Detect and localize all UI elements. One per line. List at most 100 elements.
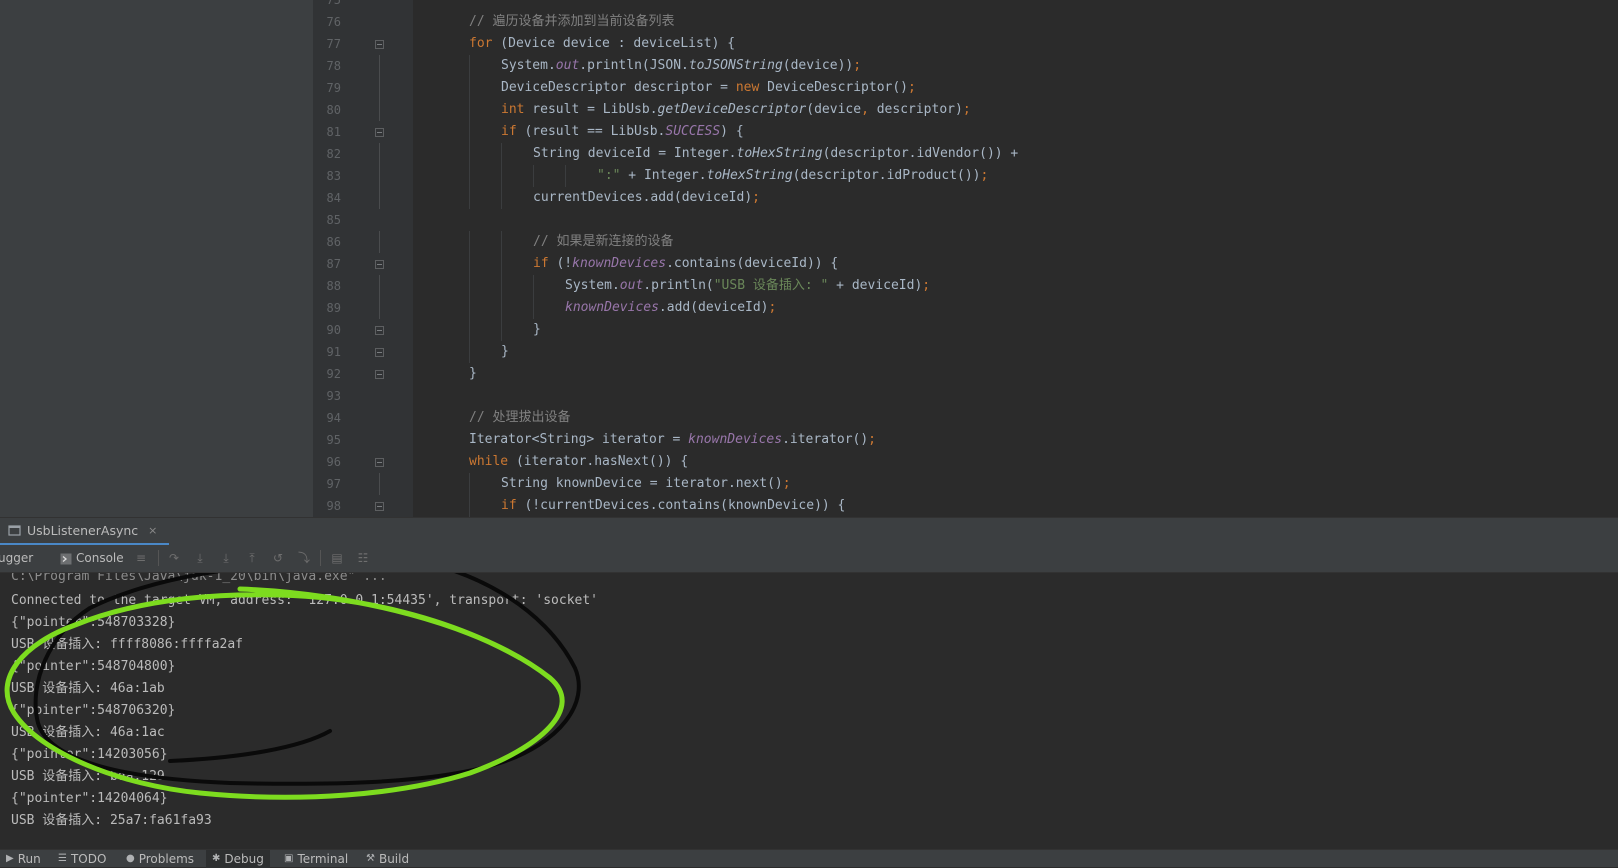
todo-tab[interactable]: ☰ TODO <box>52 850 112 868</box>
problems-tab[interactable]: ● Problems <box>120 850 200 868</box>
run-tab-bottom[interactable]: ▶ Run <box>0 850 47 868</box>
code-token: "USB 设备插入: " <box>713 278 829 293</box>
code-token: ":" <box>597 168 621 183</box>
code-token: } <box>501 344 509 359</box>
tab-debugger[interactable]: ugger <box>0 545 33 572</box>
list-icon[interactable]: ≡ <box>134 551 148 565</box>
console-output[interactable]: C:\Program Files\Java\jdk-1_20\bin\java.… <box>0 573 1618 849</box>
line-number: 97 <box>326 477 341 491</box>
trace-icon[interactable]: ☷ <box>356 551 370 565</box>
console-line: C:\Program Files\Java\jdk-1_20\bin\java.… <box>11 573 387 584</box>
indent-guide <box>501 253 502 275</box>
fold-range-line <box>379 55 380 77</box>
run-to-cursor-icon[interactable]: ⤵ <box>297 551 311 565</box>
line-number: 81 <box>326 125 341 139</box>
step-over-icon[interactable]: ↷ <box>167 551 181 565</box>
indent-guide <box>469 253 470 275</box>
console-line: {"pointer":548703328} <box>11 615 176 630</box>
indent-guide <box>501 165 502 187</box>
step-into-icon[interactable]: ⤓ <box>193 551 207 565</box>
indent-guide <box>533 297 534 319</box>
code-token: result = LibUsb. <box>524 102 658 117</box>
code-line: System.out.println("USB 设备插入: " + device… <box>565 275 930 297</box>
bottom-tab-label: Terminal <box>297 852 349 866</box>
line-number: 76 <box>326 15 341 29</box>
bottom-tab-label: Build <box>378 852 410 866</box>
fold-range-line <box>379 77 380 99</box>
step-out-icon[interactable]: ⤒ <box>245 551 259 565</box>
terminal-tab[interactable]: ▣ Terminal <box>278 850 354 868</box>
code-token: // 如果是新连接的设备 <box>533 234 674 249</box>
code-token: getDeviceDescriptor <box>657 102 807 117</box>
fold-marker-icon[interactable] <box>375 128 384 137</box>
code-token: knownDevices <box>565 300 659 315</box>
line-number: 98 <box>326 499 341 513</box>
run-config-tab[interactable]: UsbListenerAsync × <box>0 518 170 545</box>
code-token: .iterator() <box>782 432 869 447</box>
code-token: (! <box>548 256 573 271</box>
indent-guide <box>533 275 534 297</box>
evaluate-icon[interactable]: ▤ <box>330 551 344 565</box>
code-token: knownDevices <box>688 432 783 447</box>
fold-marker-icon[interactable] <box>375 40 384 49</box>
console-line: USB 设备插入: 46a:1ab <box>11 681 165 696</box>
close-icon[interactable]: × <box>148 524 157 537</box>
code-token: .contains(deviceId)) { <box>666 256 839 271</box>
code-token: ; <box>868 432 876 447</box>
code-line: while (iterator.hasNext()) { <box>469 451 688 473</box>
code-token: Iterator<String> iterator = <box>469 432 689 447</box>
indent-guide <box>469 275 470 297</box>
fold-marker-icon[interactable] <box>375 348 384 357</box>
build-icon: ⚒ <box>366 853 375 864</box>
indent-guide <box>565 165 566 187</box>
indent-guide <box>469 473 470 495</box>
build-tab[interactable]: ⚒ Build <box>360 850 415 868</box>
code-token: ; <box>922 278 931 293</box>
console-line: {"pointer":548706320} <box>11 703 176 718</box>
code-line: Iterator<String> iterator = knownDevices… <box>469 429 876 451</box>
bottom-tab-label: Problems <box>138 852 195 866</box>
console-line: USB 设备插入: 46a:1ac <box>11 725 165 740</box>
code-token: (iterator.hasNext()) { <box>508 454 689 469</box>
code-token: (result == LibUsb. <box>516 124 666 139</box>
indent-guide <box>469 297 470 319</box>
code-token: String knownDevice = iterator.next() <box>501 476 783 491</box>
force-step-into-icon[interactable]: ⤓ <box>219 551 233 565</box>
code-token: for <box>469 36 493 51</box>
line-number: 90 <box>326 323 341 337</box>
run-config-label: UsbListenerAsync <box>27 523 139 538</box>
line-number: 87 <box>326 257 341 271</box>
bottom-tab-label: TODO <box>70 852 107 866</box>
line-number: 95 <box>326 433 341 447</box>
console-line: USB 设备插入: ffff8086:ffffa2af <box>11 637 244 652</box>
code-line: if (!knownDevices.contains(deviceId)) { <box>533 253 838 275</box>
fold-marker-icon[interactable] <box>375 370 384 379</box>
fold-marker-icon[interactable] <box>375 326 384 335</box>
line-number: 75 <box>326 0 341 7</box>
fold-marker-icon[interactable] <box>375 260 384 269</box>
code-editor[interactable]: // 遍历设备并添加到当前设备列表 for (Device device : de… <box>413 0 1618 517</box>
tab-console[interactable]: Console <box>60 545 124 572</box>
indent-guide <box>501 297 502 319</box>
bottom-tool-bar: ▶ Run ☰ TODO ● Problems ✱ Debug ▣ Terminal ⚒ Build <box>0 849 1618 868</box>
debug-toolbar: ugger Console ≡ ↷ ⤓ ⤓ ⤒ ↺ ⤵ ▤ ☷ <box>0 545 1618 573</box>
line-number: 88 <box>326 279 341 293</box>
line-number: 89 <box>326 301 341 315</box>
debug-tab[interactable]: ✱ Debug <box>206 850 270 868</box>
run-tool-header: UsbListenerAsync × <box>0 517 1618 545</box>
indent-guide <box>469 187 470 209</box>
fold-marker-icon[interactable] <box>375 458 384 467</box>
fold-marker-icon[interactable] <box>375 502 384 511</box>
indent-guide <box>469 121 470 143</box>
line-number: 78 <box>326 59 341 73</box>
drop-frame-icon[interactable]: ↺ <box>271 551 285 565</box>
line-number: 93 <box>326 389 341 403</box>
line-number: 77 <box>326 37 341 51</box>
indent-guide <box>469 143 470 165</box>
code-token: } <box>533 322 541 337</box>
code-token: + deviceId) <box>828 278 923 293</box>
indent-guide <box>469 55 470 77</box>
toolbar-separator <box>320 550 321 566</box>
console-line: {"pointer":14203056} <box>11 747 168 762</box>
application-icon <box>8 525 21 536</box>
